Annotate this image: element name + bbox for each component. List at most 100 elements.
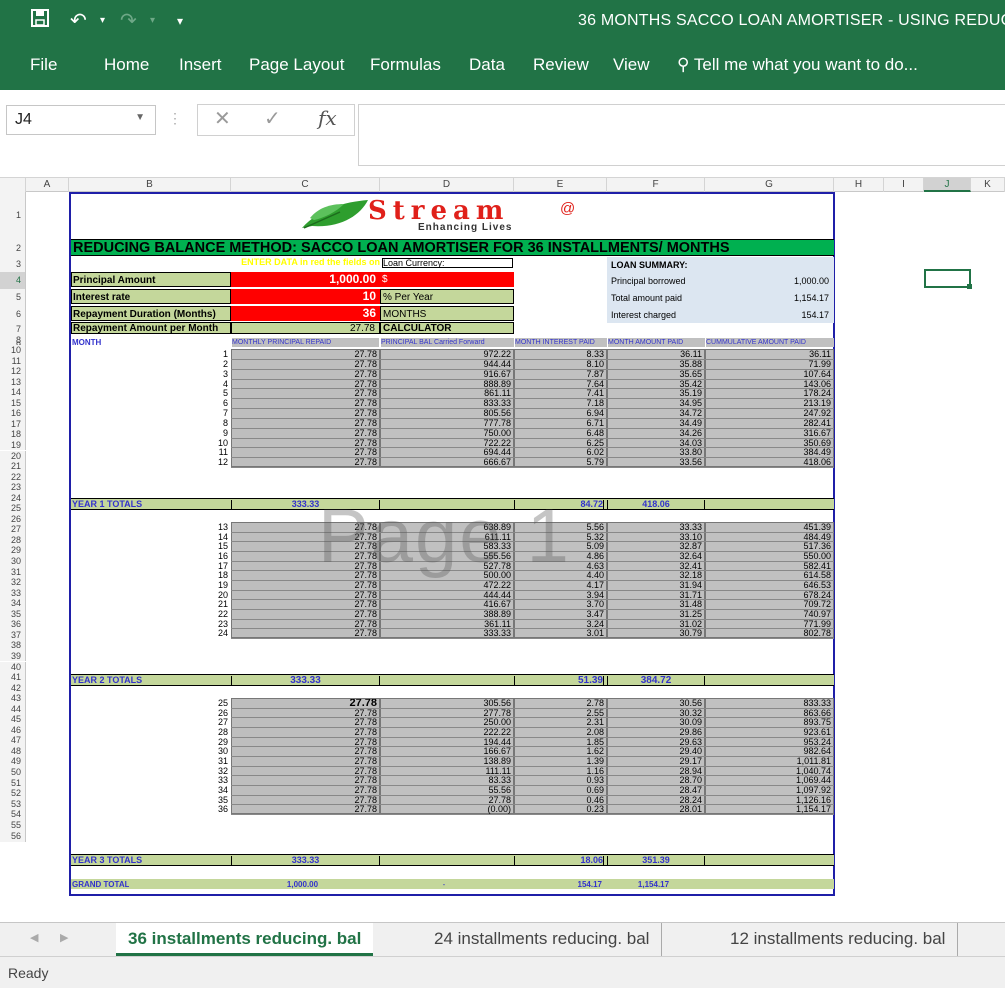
- row-header[interactable]: 5: [0, 289, 26, 306]
- row-header[interactable]: 48: [0, 745, 26, 757]
- row-header[interactable]: 20: [0, 450, 26, 462]
- row-header[interactable]: 22: [0, 471, 26, 483]
- row-header[interactable]: 4: [0, 272, 26, 289]
- row-header[interactable]: 55: [0, 819, 26, 831]
- row-header[interactable]: 42: [0, 682, 26, 694]
- duration-input[interactable]: 36: [231, 306, 380, 321]
- menu-page-layout[interactable]: Page Layout: [249, 55, 344, 75]
- column-header-f[interactable]: F: [607, 178, 705, 192]
- tell-me-box[interactable]: ⚲ Tell me what you want to do...: [677, 55, 918, 75]
- tab-24-installments[interactable]: 24 installments reducing. bal: [422, 923, 663, 956]
- row-header[interactable]: 21: [0, 461, 26, 472]
- row-header[interactable]: 19: [0, 439, 26, 451]
- menu-view[interactable]: View: [613, 55, 650, 75]
- redo-icon[interactable]: ↷: [120, 8, 137, 34]
- currency-input[interactable]: $: [380, 272, 514, 287]
- row-header[interactable]: 37: [0, 629, 26, 641]
- column-header-a[interactable]: A: [26, 178, 69, 192]
- row-header[interactable]: 39: [0, 650, 26, 662]
- menu-insert[interactable]: Insert: [179, 55, 222, 75]
- row-header[interactable]: 11: [0, 355, 26, 367]
- row-header[interactable]: 12: [0, 366, 26, 377]
- scroll-right-icon[interactable]: ▶: [60, 931, 68, 944]
- column-header-j[interactable]: J: [924, 178, 971, 192]
- name-box[interactable]: J4 ▼: [6, 105, 156, 135]
- row-header[interactable]: 31: [0, 566, 26, 578]
- column-header-i[interactable]: I: [884, 178, 924, 192]
- row-header[interactable]: 32: [0, 577, 26, 588]
- row-header[interactable]: 52: [0, 788, 26, 799]
- row-header[interactable]: 27: [0, 524, 26, 535]
- undo-icon[interactable]: ↶: [70, 8, 87, 34]
- select-all-corner[interactable]: [0, 178, 26, 192]
- row-header[interactable]: 3: [0, 257, 26, 272]
- row-header[interactable]: 10: [0, 345, 26, 356]
- row-header[interactable]: 44: [0, 703, 26, 715]
- chevron-down-icon[interactable]: ▼: [135, 112, 145, 123]
- undo-dropdown-icon[interactable]: ▾: [100, 8, 105, 34]
- row-header[interactable]: 53: [0, 798, 26, 810]
- row-header[interactable]: 33: [0, 587, 26, 599]
- fill-handle[interactable]: [967, 284, 972, 289]
- tab-12-installments[interactable]: 12 installments reducing. bal: [718, 923, 959, 956]
- menu-file[interactable]: File: [30, 55, 57, 75]
- row-header[interactable]: 1: [0, 192, 26, 239]
- row-header[interactable]: 56: [0, 830, 26, 843]
- row-header[interactable]: 30: [0, 556, 26, 567]
- row-header[interactable]: 24: [0, 492, 26, 504]
- column-header-h[interactable]: H: [834, 178, 884, 192]
- row-header[interactable]: 25: [0, 503, 26, 514]
- menu-formulas[interactable]: Formulas: [370, 55, 441, 75]
- enter-icon[interactable]: ✓: [264, 106, 281, 131]
- column-header-d[interactable]: D: [380, 178, 514, 192]
- row-header[interactable]: 13: [0, 376, 26, 388]
- selected-cell-j4[interactable]: [924, 269, 971, 288]
- row-header[interactable]: 41: [0, 672, 26, 683]
- menu-home[interactable]: Home: [104, 55, 149, 75]
- column-header-b[interactable]: B: [69, 178, 231, 192]
- row-header[interactable]: 7: [0, 322, 26, 336]
- save-icon[interactable]: [30, 8, 50, 35]
- rate-input[interactable]: 10: [231, 289, 380, 304]
- row-header[interactable]: 34: [0, 598, 26, 609]
- scroll-left-icon[interactable]: ◀: [30, 931, 38, 944]
- menu-review[interactable]: Review: [533, 55, 589, 75]
- row-header[interactable]: 28: [0, 534, 26, 546]
- row-header[interactable]: 14: [0, 387, 26, 398]
- row-header[interactable]: 43: [0, 693, 26, 704]
- cancel-icon[interactable]: ✕: [214, 106, 231, 131]
- row-header[interactable]: 15: [0, 397, 26, 409]
- insert-function-icon[interactable]: fx: [318, 106, 337, 130]
- row-header[interactable]: 54: [0, 809, 26, 820]
- row-header[interactable]: 45: [0, 714, 26, 725]
- worksheet-grid[interactable]: A B C D E F G H I J K 123456789101112131…: [0, 178, 1005, 922]
- row-header[interactable]: 17: [0, 418, 26, 430]
- row-header[interactable]: 16: [0, 408, 26, 419]
- menu-data[interactable]: Data: [469, 55, 505, 75]
- tab-36-installments[interactable]: 36 installments reducing. bal: [116, 923, 374, 956]
- row-header[interactable]: 38: [0, 640, 26, 651]
- row-header[interactable]: 51: [0, 777, 26, 789]
- column-header-g[interactable]: G: [705, 178, 834, 192]
- row-header[interactable]: 2: [0, 239, 26, 257]
- formula-input[interactable]: [358, 104, 1005, 166]
- row-header[interactable]: 18: [0, 429, 26, 440]
- row-header[interactable]: 29: [0, 545, 26, 556]
- row-header[interactable]: 8: [0, 336, 26, 345]
- row-header[interactable]: 26: [0, 513, 26, 525]
- column-header-k[interactable]: K: [971, 178, 1005, 192]
- row-header[interactable]: 49: [0, 756, 26, 767]
- customize-toolbar-icon[interactable]: ▾: [177, 8, 183, 34]
- row-header[interactable]: 35: [0, 608, 26, 620]
- row-header[interactable]: 40: [0, 661, 26, 673]
- row-header[interactable]: 6: [0, 306, 26, 322]
- row-header[interactable]: 36: [0, 619, 26, 630]
- row-header[interactable]: 23: [0, 482, 26, 493]
- row-header[interactable]: 50: [0, 767, 26, 778]
- principal-input[interactable]: 1,000.00: [231, 272, 380, 287]
- row-header[interactable]: 47: [0, 735, 26, 746]
- row-header[interactable]: 46: [0, 724, 26, 736]
- column-header-e[interactable]: E: [514, 178, 607, 192]
- column-header-c[interactable]: C: [231, 178, 380, 192]
- redo-dropdown-icon[interactable]: ▾: [150, 8, 155, 34]
